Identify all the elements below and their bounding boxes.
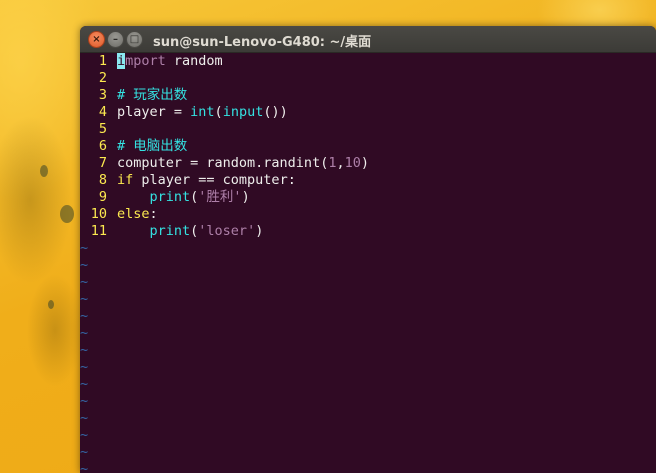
code-token: '胜利' [198, 189, 242, 205]
vim-editor[interactable]: 1 import random 2 3 # 玩家出数 4 player = int(inpu… [80, 53, 656, 473]
code-token: ( [214, 104, 223, 120]
code-token: player == computer: [133, 172, 296, 188]
code-token: ) [360, 155, 370, 171]
empty-line-tilde: ~ [80, 359, 89, 375]
empty-line-tilde: ~ [80, 240, 89, 256]
empty-line-tilde: ~ [80, 257, 89, 273]
wallpaper-detail [48, 300, 54, 309]
code-token: input [222, 104, 264, 120]
empty-line-tilde: ~ [80, 274, 89, 290]
line-number: 5 [98, 121, 107, 137]
code-line[interactable]: 10 else: [80, 206, 158, 223]
line-number: 9 [98, 189, 107, 205]
code-token: print [149, 223, 191, 239]
code-token: if [117, 172, 134, 188]
window-titlebar[interactable]: × – □ sun@sun-Lenovo-G480: ~/桌面 [80, 26, 656, 53]
empty-line-tilde: ~ [80, 410, 89, 426]
code-line[interactable]: 4 player = int(input()) [80, 104, 288, 121]
empty-line-tilde: ~ [80, 461, 89, 473]
code-line[interactable]: 3 # 玩家出数 [80, 87, 187, 104]
line-number: 11 [90, 223, 107, 239]
empty-line-tilde: ~ [80, 308, 89, 324]
code-token: print [149, 189, 191, 205]
empty-line-tilde: ~ [80, 291, 89, 307]
code-line[interactable]: 1 import random [80, 53, 223, 70]
line-number: 8 [98, 172, 107, 188]
code-token: , [336, 155, 345, 171]
text-cursor: i [117, 53, 126, 69]
code-token: random [165, 53, 223, 69]
code-line[interactable]: 9 print('胜利') [80, 189, 250, 206]
code-token: : [149, 206, 158, 222]
terminal-window[interactable]: × – □ sun@sun-Lenovo-G480: ~/桌面 1 import … [80, 26, 656, 473]
code-line[interactable]: 8 if player == computer: [80, 172, 296, 189]
code-token: player = [117, 104, 191, 120]
code-token: 10 [344, 155, 361, 171]
empty-line-tilde: ~ [80, 342, 89, 358]
wallpaper-detail [60, 205, 74, 223]
code-token: else [117, 206, 150, 222]
code-token: int [190, 104, 215, 120]
code-line[interactable]: 2 [80, 70, 117, 87]
code-token: computer = random.randint( [117, 155, 329, 171]
line-number: 10 [90, 206, 107, 222]
code-line[interactable]: 6 # 电脑出数 [80, 138, 187, 155]
minimize-button[interactable]: – [107, 31, 124, 48]
code-token: # 玩家出数 [117, 87, 188, 103]
wallpaper-detail [40, 165, 48, 177]
line-number: 1 [98, 53, 107, 69]
minimize-icon: – [113, 33, 118, 45]
maximize-icon: □ [129, 33, 140, 45]
line-number: 4 [98, 104, 107, 120]
line-number: 2 [98, 70, 107, 86]
close-button[interactable]: × [88, 31, 105, 48]
window-title: sun@sun-Lenovo-G480: ~/桌面 [153, 35, 372, 50]
code-line[interactable]: 11 print('loser') [80, 223, 264, 240]
empty-line-tilde: ~ [80, 325, 89, 341]
code-token: ) [241, 189, 250, 205]
line-number: 3 [98, 87, 107, 103]
code-line[interactable]: 7 computer = random.randint(1,10) [80, 155, 369, 172]
code-token: 'loser' [198, 223, 256, 239]
line-number: 6 [98, 138, 107, 154]
line-number: 7 [98, 155, 107, 171]
maximize-button[interactable]: □ [126, 31, 143, 48]
code-token: mport [125, 53, 166, 69]
empty-line-tilde: ~ [80, 444, 89, 460]
code-token: # 电脑出数 [117, 138, 188, 154]
empty-line-tilde: ~ [80, 376, 89, 392]
close-icon: × [92, 33, 101, 45]
code-token: ) [255, 223, 264, 239]
code-token: ()) [263, 104, 288, 120]
code-line[interactable]: 5 [80, 121, 117, 138]
empty-line-tilde: ~ [80, 393, 89, 409]
empty-line-tilde: ~ [80, 427, 89, 443]
